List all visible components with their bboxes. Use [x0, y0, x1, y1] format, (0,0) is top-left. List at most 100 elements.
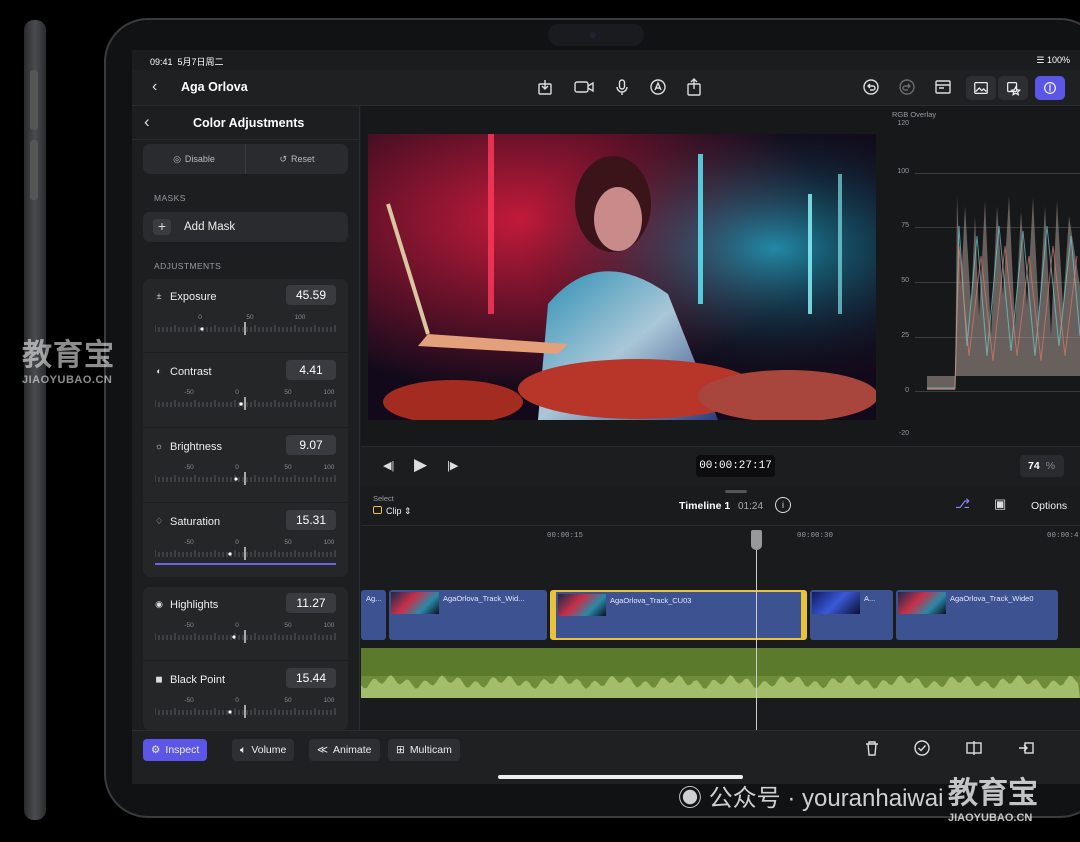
watermark-cn: 教育宝: [22, 339, 115, 372]
adjustment-label: Contrast: [170, 366, 212, 378]
slider-thumb[interactable]: [200, 327, 204, 331]
slider-tick-label: 0: [235, 389, 239, 396]
adjustment-slider[interactable]: -50 0 50 100: [155, 694, 336, 724]
split-icon[interactable]: [965, 739, 985, 759]
transport-bar: ◀| ▶ |▶ 00:00:27:17 74%: [361, 446, 1080, 486]
slider-tick-label: 0: [235, 622, 239, 629]
eye-icon: ◎: [173, 153, 181, 164]
adjustment-value-field[interactable]: 9.07: [286, 435, 336, 455]
back-chevron-icon[interactable]: ‹: [152, 78, 157, 96]
audio-track[interactable]: [361, 648, 1080, 698]
zoom-unit: %: [1045, 460, 1056, 472]
microphone-icon[interactable]: [612, 78, 632, 98]
slider-tick-label: 0: [198, 314, 202, 321]
volume-button[interactable]: 🔈︎ Volume: [232, 739, 295, 761]
timeline-clip[interactable]: AgaOrlova_Track_Wid...: [389, 590, 547, 640]
adjustment-highlights: ◉ Highlights 11.27 -50 0 50 100: [143, 587, 348, 661]
saturation-icon: ♢: [154, 516, 164, 526]
effects-star-icon: [1007, 82, 1021, 96]
slider-tick-label: 50: [284, 464, 292, 471]
zoom-value: 74: [1028, 460, 1040, 472]
timecode-display[interactable]: 00:00:27:17: [696, 455, 775, 477]
select-clip-dropdown[interactable]: Clip ⇕: [373, 506, 412, 517]
ipad-device: 09:41 5月7日周二 ☰ 100% ‹ Aga Orlova ‹ Color…: [0, 0, 1080, 842]
brightness-icon: ☼: [154, 441, 164, 451]
watermark-en: JIAOYUBAO.CN: [948, 812, 1033, 824]
info-icon[interactable]: i: [775, 497, 791, 513]
slider-thumb[interactable]: [232, 635, 236, 639]
video-frame-image: [368, 134, 876, 420]
import-icon[interactable]: [535, 78, 555, 98]
add-mask-button[interactable]: + Add Mask: [143, 212, 348, 242]
adjustment-value-field[interactable]: 45.59: [286, 285, 336, 305]
adjustments-group-primary: ± Exposure 45.59 0 50 100 ◐ Contrast 4.41 -50 0 50 1…: [143, 279, 348, 577]
undo-icon[interactable]: [861, 78, 881, 98]
slider-tick-label: 100: [324, 464, 335, 471]
adjustment-label: Highlights: [170, 599, 219, 611]
adjustment-slider[interactable]: -50 0 50 100: [155, 461, 336, 491]
adjustment-label: Exposure: [170, 291, 217, 303]
checkmark-icon[interactable]: [913, 739, 933, 759]
adjustment-slider[interactable]: -50 0 50 100: [155, 386, 336, 416]
play-icon[interactable]: ▶: [414, 455, 427, 475]
ruler-label: 00:00:15: [547, 532, 584, 540]
skip-forward-icon[interactable]: |▶: [447, 459, 458, 472]
title-icon[interactable]: [648, 78, 668, 98]
project-title: Aga Orlova: [181, 80, 248, 94]
slider-thumb[interactable]: [234, 477, 238, 481]
adjustment-label: Black Point: [170, 674, 226, 686]
trash-icon[interactable]: [863, 739, 883, 759]
zoom-field[interactable]: 74%: [1020, 455, 1064, 477]
options-button[interactable]: Options: [1031, 500, 1067, 512]
inspect-button[interactable]: ⚙ Inspect: [143, 739, 208, 761]
adjustment-value-field[interactable]: 11.27: [286, 593, 336, 613]
slider-tick-label: 50: [246, 314, 254, 321]
slider-tick-label: 50: [284, 389, 292, 396]
video-preview[interactable]: [368, 134, 876, 420]
audio-waveform: [361, 648, 1080, 698]
adjustment-brightness: ☼ Brightness 9.07 -50 0 50 100: [143, 429, 348, 503]
disable-button[interactable]: ◎ Disable: [143, 144, 245, 174]
adjustment-value-field[interactable]: 4.41: [286, 360, 336, 380]
timeline-clip[interactable]: AgaOrlova_Track_Wide0: [896, 590, 1058, 640]
slider-tick-label: -50: [184, 464, 194, 471]
clip-thumbnail: [391, 592, 439, 614]
clip-connections-icon[interactable]: ▣: [994, 496, 1006, 512]
slider-thumb[interactable]: [228, 710, 232, 714]
highlights-icon: ◉: [155, 599, 163, 609]
watermark-right: 教育宝 JIAOYUBAO.CN: [948, 768, 1038, 824]
adjustment-slider[interactable]: -50 0 50 100: [155, 619, 336, 649]
timeline-clip-selected[interactable]: AgaOrlova_Track_CU03: [550, 590, 807, 640]
skip-back-icon[interactable]: ◀|: [383, 459, 394, 472]
viewer-layout-icon[interactable]: [933, 78, 953, 98]
reset-button[interactable]: ↺ Reset: [245, 144, 348, 174]
panel-title: Color Adjustments: [193, 116, 305, 130]
panel-back-icon[interactable]: ‹: [144, 112, 150, 132]
volume-button: [30, 140, 38, 200]
adjustment-slider[interactable]: -50 0 50 100: [155, 536, 336, 566]
adjustment-contrast: ◐ Contrast 4.41 -50 0 50 100: [143, 354, 348, 428]
watermark-wechat: ◉ 公众号 · youranhaiwai: [678, 785, 944, 812]
divider: [143, 660, 348, 661]
slider-thumb[interactable]: [239, 402, 243, 406]
slider-tick-label: 50: [284, 622, 292, 629]
redo-icon[interactable]: [897, 78, 917, 98]
detach-icon[interactable]: [1017, 739, 1037, 759]
inspector-toggle-button[interactable]: [1035, 76, 1065, 100]
adjustment-value-field[interactable]: 15.31: [286, 510, 336, 530]
adjustment-label: Brightness: [170, 441, 222, 453]
effects-button[interactable]: [998, 76, 1028, 100]
snapping-icon[interactable]: ⎇: [955, 496, 970, 512]
timeline-clip[interactable]: A...: [810, 590, 893, 640]
adjustment-value-field[interactable]: 15.44: [286, 668, 336, 688]
multicam-button[interactable]: ⊞ Multicam: [388, 739, 460, 761]
photos-button[interactable]: [966, 76, 996, 100]
timeline-clip[interactable]: Ag...: [361, 590, 386, 640]
resize-handle[interactable]: [725, 490, 747, 493]
playhead-handle[interactable]: [751, 530, 762, 550]
camera-record-icon[interactable]: [572, 78, 596, 98]
slider-thumb[interactable]: [228, 552, 232, 556]
share-icon[interactable]: [684, 78, 704, 98]
adjustment-slider[interactable]: 0 50 100: [155, 311, 336, 341]
animate-button[interactable]: ≪ Animate: [309, 739, 380, 761]
